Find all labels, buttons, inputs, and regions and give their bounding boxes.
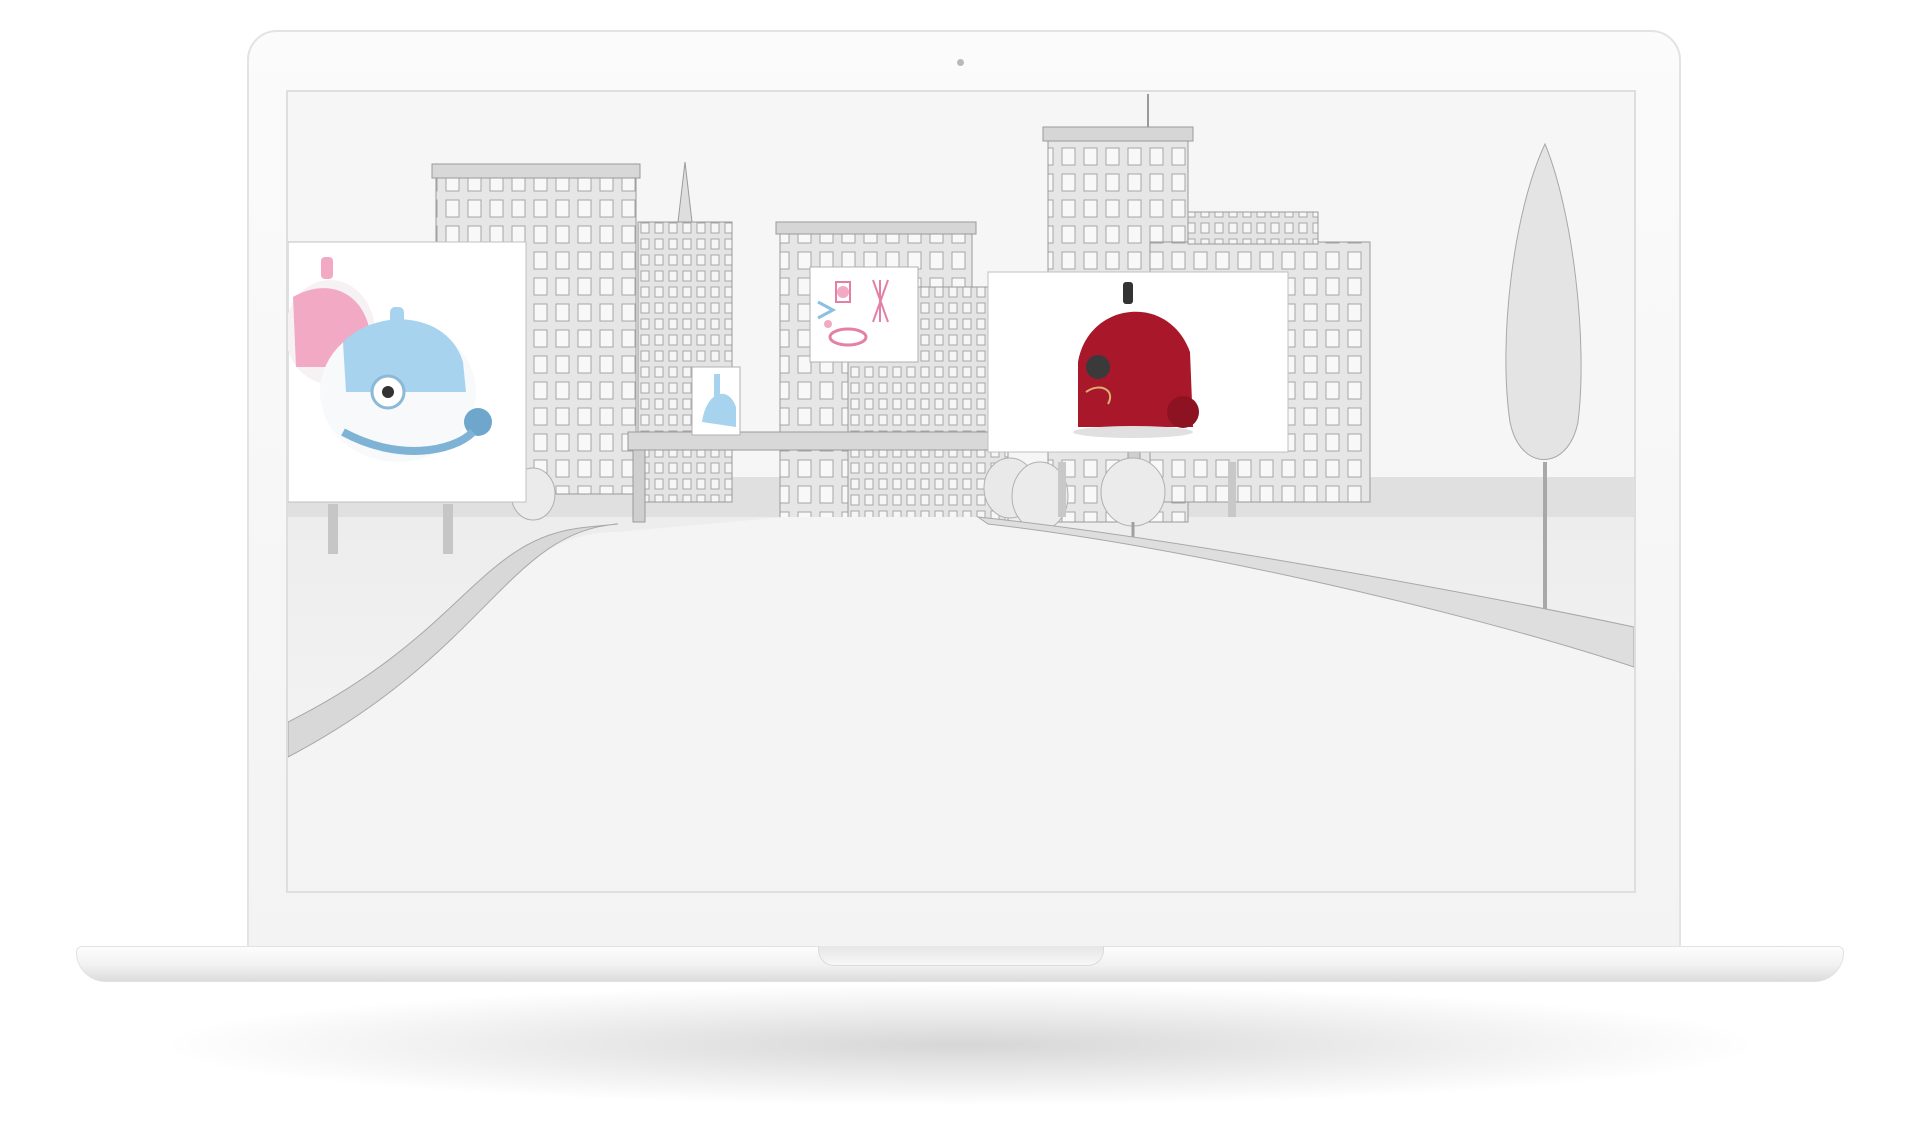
laptop-mockup: [0, 0, 1920, 1127]
laptop-screen: [286, 90, 1636, 893]
webcam-icon: [957, 59, 964, 66]
billboard-steamer-blue: [691, 366, 741, 436]
laptop-shadow: [170, 985, 1750, 1105]
billboard-accessories-pink: [809, 266, 919, 363]
laptop-opening-notch: [818, 946, 1104, 966]
city-scene: [288, 92, 1634, 891]
